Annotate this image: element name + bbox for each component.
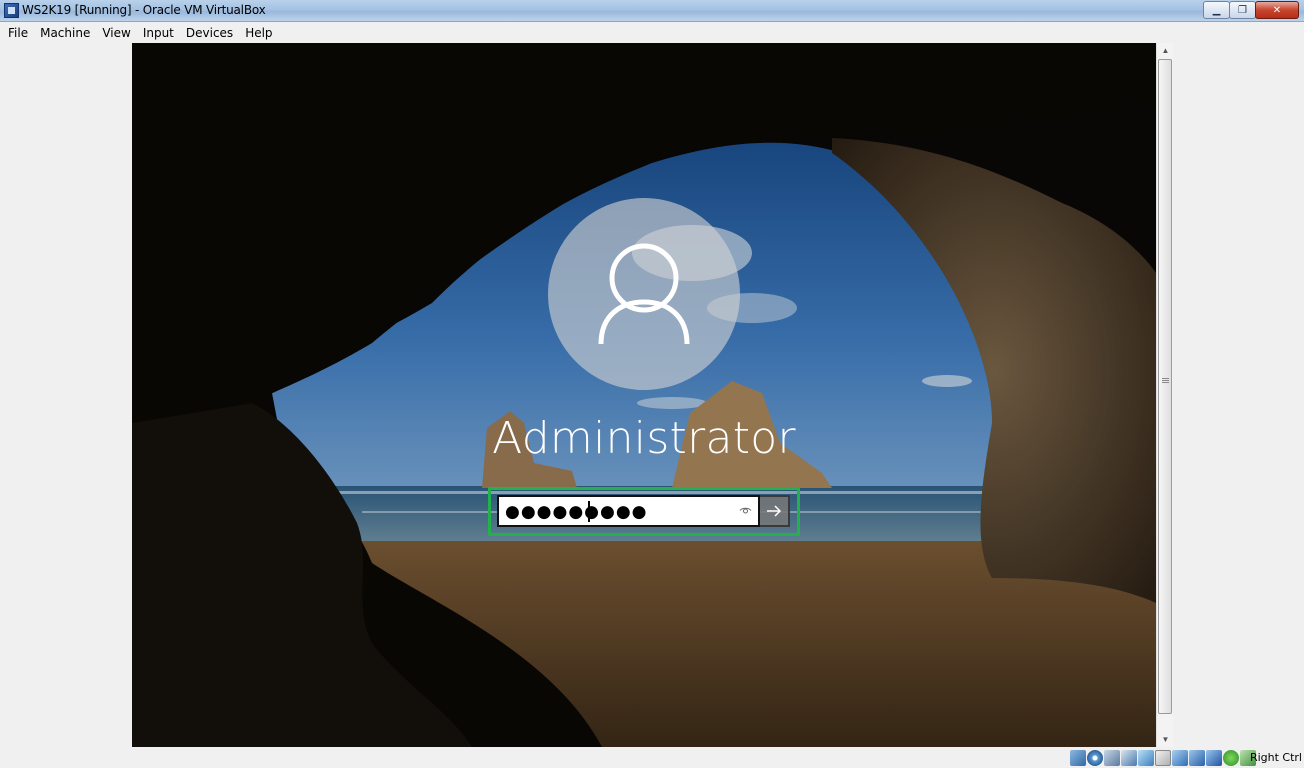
mouse-integration-icon[interactable] xyxy=(1223,750,1239,766)
audio-icon[interactable] xyxy=(1104,750,1120,766)
menu-file[interactable]: File xyxy=(2,26,34,40)
user-icon xyxy=(598,243,690,345)
menu-view[interactable]: View xyxy=(96,26,136,40)
password-value: ●●●●●●●●● xyxy=(505,502,648,522)
title-bar: WS2K19 [Running] - Oracle VM VirtualBox … xyxy=(0,0,1304,22)
menu-bar: File Machine View Input Devices Help xyxy=(0,23,1304,43)
vertical-scrollbar[interactable]: ▲ ▼ xyxy=(1156,43,1173,747)
menu-devices[interactable]: Devices xyxy=(180,26,239,40)
recording-icon[interactable] xyxy=(1189,750,1205,766)
shared-folders-icon[interactable] xyxy=(1155,750,1171,766)
scroll-up-arrow[interactable]: ▲ xyxy=(1161,46,1170,55)
scroll-down-arrow[interactable]: ▼ xyxy=(1161,735,1170,744)
submit-button[interactable] xyxy=(760,495,790,527)
display-icon[interactable] xyxy=(1172,750,1188,766)
menu-machine[interactable]: Machine xyxy=(34,26,96,40)
usb-icon[interactable] xyxy=(1138,750,1154,766)
password-field[interactable]: ●●●●●●●●● xyxy=(497,495,760,527)
host-key-label[interactable]: Right Ctrl xyxy=(1250,751,1302,764)
maximize-button[interactable]: ❐ xyxy=(1229,1,1256,19)
optical-drive-icon[interactable] xyxy=(1087,750,1103,766)
menu-help[interactable]: Help xyxy=(239,26,278,40)
network-icon[interactable] xyxy=(1121,750,1137,766)
window-controls: ▁ ❐ ✕ xyxy=(1203,1,1299,19)
virtualbox-app-icon[interactable] xyxy=(4,3,19,18)
lock-screen-background xyxy=(132,43,1156,747)
scroll-grip-icon xyxy=(1162,378,1169,384)
status-icons xyxy=(1070,750,1256,766)
username-label: Administrator xyxy=(492,413,796,464)
hard-disk-icon[interactable] xyxy=(1070,750,1086,766)
status-bar: Right Ctrl xyxy=(0,748,1304,768)
arrow-right-icon xyxy=(767,505,782,517)
close-button[interactable]: ✕ xyxy=(1255,1,1299,19)
scroll-thumb[interactable] xyxy=(1158,59,1172,714)
menu-input[interactable]: Input xyxy=(137,26,180,40)
window-title: WS2K19 [Running] - Oracle VM VirtualBox xyxy=(22,3,266,17)
eye-icon[interactable] xyxy=(739,506,752,515)
user-avatar xyxy=(548,198,740,390)
vm-display[interactable]: Administrator ●●●●●●●●● xyxy=(132,43,1156,747)
text-caret xyxy=(588,501,590,522)
virtualization-icon[interactable] xyxy=(1206,750,1222,766)
minimize-button[interactable]: ▁ xyxy=(1203,1,1230,19)
